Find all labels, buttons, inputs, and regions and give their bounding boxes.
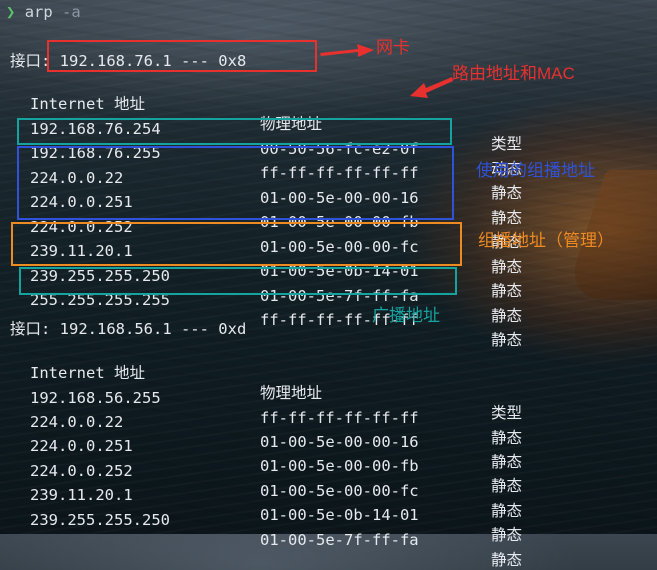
interface2-label: 接口: 192.168.56.1 --- 0xd	[10, 320, 247, 338]
header-ip: Internet 地址	[30, 364, 145, 382]
row-mac: 00-50-56-fc-e2-0f	[260, 140, 419, 158]
table-row: 255.255.255.255 ff-ff-ff-ff-ff-ff 静态	[0, 270, 522, 349]
interface1-header-row: Internet 地址 物理地址 类型	[0, 74, 522, 153]
row-ip: 239.11.20.1	[30, 242, 133, 260]
row-mac: ff-ff-ff-ff-ff-ff	[260, 164, 419, 182]
row-mac: 01-00-5e-00-00-fc	[260, 482, 419, 500]
row-ip: 224.0.0.22	[30, 169, 124, 187]
table-row: 192.168.76.255 ff-ff-ff-ff-ff-ff 静态	[0, 123, 522, 202]
table-row: 239.255.255.250 01-00-5e-7f-ff-fa 静态	[0, 490, 522, 569]
row-mac: 01-00-5e-7f-ff-fa	[260, 287, 419, 305]
table-row: 224.0.0.251 01-00-5e-00-00-fb 静态	[0, 172, 522, 251]
table-row: 239.255.255.250 01-00-5e-7f-ff-fa 静态	[0, 246, 522, 325]
row-mac: 01-00-5e-00-00-16	[260, 433, 419, 451]
nic-arrow-icon	[320, 44, 374, 57]
row-ip: 239.255.255.250	[30, 511, 170, 529]
table-row: 239.11.20.1 01-00-5e-0b-14-01 静态	[0, 465, 522, 544]
row-type: 静态	[491, 453, 523, 471]
row-ip: 224.0.0.251	[30, 193, 133, 211]
row-type: 静态	[491, 526, 523, 544]
row-ip: 192.168.76.255	[30, 144, 161, 162]
row-type: 静态	[491, 282, 523, 300]
row-mac: 01-00-5e-00-00-fb	[260, 213, 419, 231]
row-type: 静态	[491, 307, 523, 325]
row-ip: 224.0.0.252	[30, 218, 133, 236]
row-mac: 01-00-5e-7f-ff-fa	[260, 531, 419, 549]
header-mac: 物理地址	[260, 384, 323, 402]
row-ip: 224.0.0.252	[30, 462, 133, 480]
multicast-admin-annotation: 组播地址（管理）	[478, 231, 614, 250]
row-ip: 224.0.0.22	[30, 413, 124, 431]
table-row: 224.0.0.22 01-00-5e-00-00-16 静态	[0, 392, 522, 471]
routing-mac-arrow-icon	[410, 77, 453, 98]
row-ip: 192.168.56.255	[30, 389, 161, 407]
command-text: arp	[24, 3, 53, 21]
row-mac: 01-00-5e-0b-14-01	[260, 506, 419, 524]
row-ip: 239.11.20.1	[30, 486, 133, 504]
command-argument: -a	[62, 3, 81, 21]
multicast-used-annotation: 使用的组播地址	[476, 161, 595, 180]
row-type: 静态	[491, 502, 523, 520]
row-type: 静态	[491, 331, 523, 349]
table-row: 239.11.20.1 01-00-5e-0b-14-01 静态	[0, 221, 522, 300]
row-mac: 01-00-5e-00-00-16	[260, 189, 419, 207]
table-row: 224.0.0.22 01-00-5e-00-00-16 静态	[0, 148, 522, 227]
header-ip: Internet 地址	[30, 95, 145, 113]
row-mac: ff-ff-ff-ff-ff-ff	[260, 409, 419, 427]
header-type: 类型	[491, 135, 523, 153]
broadcast-annotation: 广播地址	[372, 306, 440, 325]
table-row: 192.168.76.254 00-50-56-fc-e2-0f 动态	[0, 99, 522, 178]
row-mac: 01-00-5e-00-00-fb	[260, 457, 419, 475]
nic-annotation: 网卡	[376, 38, 410, 57]
row-type: 静态	[491, 258, 523, 276]
row-type: 静态	[491, 429, 523, 447]
row-type: 静态	[491, 184, 523, 202]
row-mac: 01-00-5e-0b-14-01	[260, 262, 419, 280]
interface1-label: 接口: 192.168.76.1 --- 0x8	[10, 52, 247, 70]
table-row: 224.0.0.252 01-00-5e-00-00-fc 静态	[0, 441, 522, 520]
table-row: 224.0.0.251 01-00-5e-00-00-fb 静态	[0, 416, 522, 495]
row-type: 静态	[491, 209, 523, 227]
interface2-header-row: Internet 地址 物理地址 类型	[0, 343, 522, 422]
row-type: 静态	[491, 477, 523, 495]
prompt-arrow-icon: ❯	[6, 3, 16, 21]
row-type: 静态	[491, 551, 523, 569]
command-prompt: ❯ arp -a	[6, 2, 81, 22]
table-row: 192.168.56.255 ff-ff-ff-ff-ff-ff 静态	[0, 368, 522, 447]
table-row: 224.0.0.252 01-00-5e-00-00-fc 静态	[0, 197, 522, 276]
routing-mac-annotation: 路由地址和MAC	[452, 64, 575, 83]
row-ip: 192.168.76.254	[30, 120, 161, 138]
row-ip: 239.255.255.250	[30, 267, 170, 285]
header-type: 类型	[491, 404, 523, 422]
row-ip: 255.255.255.255	[30, 291, 170, 309]
row-ip: 224.0.0.251	[30, 437, 133, 455]
row-mac: 01-00-5e-00-00-fc	[260, 238, 419, 256]
header-mac: 物理地址	[260, 115, 323, 133]
